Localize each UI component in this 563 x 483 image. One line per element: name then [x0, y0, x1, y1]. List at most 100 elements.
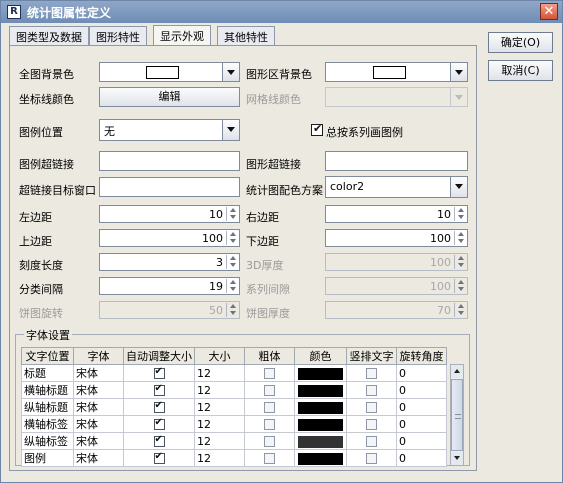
- auto-size-checkbox[interactable]: [153, 400, 165, 413]
- link-target-input[interactable]: [99, 177, 240, 197]
- spinner-arrows-icon[interactable]: [226, 255, 238, 269]
- auto-size-checkbox-cell[interactable]: [123, 415, 195, 433]
- right-margin-spinner[interactable]: 10: [325, 205, 468, 223]
- vertical-text-checkbox-cell[interactable]: [346, 449, 397, 467]
- auto-size-checkbox[interactable]: [153, 434, 165, 447]
- vertical-text-checkbox-cell[interactable]: [346, 415, 397, 433]
- table-row[interactable]: 横轴标签宋体 12 0: [21, 415, 447, 433]
- size-cell[interactable]: 12: [194, 415, 245, 433]
- close-icon[interactable]: ✕: [540, 3, 558, 20]
- depth-3d-spinner[interactable]: 100: [325, 253, 468, 271]
- cancel-button[interactable]: 取消(C): [488, 60, 553, 81]
- table-scrollbar[interactable]: [450, 364, 464, 466]
- chevron-down-icon[interactable]: [222, 120, 239, 140]
- ok-button[interactable]: 确定(O): [488, 32, 553, 53]
- spinner-arrows-icon[interactable]: [454, 207, 466, 221]
- column-header[interactable]: 旋转角度: [396, 347, 447, 365]
- color-swatch[interactable]: [298, 367, 343, 380]
- vertical-text-checkbox-cell[interactable]: [346, 432, 397, 450]
- tab-chart-type-data[interactable]: 图类型及数据: [9, 26, 89, 45]
- auto-size-checkbox[interactable]: [153, 451, 165, 464]
- grid-color-select[interactable]: [325, 87, 468, 107]
- color-swatch[interactable]: [298, 435, 343, 448]
- left-margin-spinner[interactable]: 10: [99, 205, 240, 223]
- vertical-text-checkbox[interactable]: [366, 453, 377, 464]
- color-cell[interactable]: [294, 415, 347, 433]
- column-header[interactable]: 颜色: [294, 347, 347, 365]
- rotation-angle-cell[interactable]: 0: [396, 381, 447, 399]
- column-header[interactable]: 粗体: [244, 347, 295, 365]
- pie-rotation-spinner[interactable]: 50: [99, 301, 240, 319]
- legend-position-select[interactable]: 无: [99, 119, 240, 141]
- bold-checkbox[interactable]: [264, 368, 275, 379]
- vertical-text-checkbox[interactable]: [366, 385, 377, 396]
- text-position-cell[interactable]: 图例: [21, 449, 74, 467]
- legend-link-input[interactable]: [99, 151, 240, 171]
- pie-thickness-spinner[interactable]: 70: [325, 301, 468, 319]
- scroll-thumb[interactable]: [451, 379, 463, 451]
- spinner-arrows-icon[interactable]: [454, 231, 466, 245]
- series-gap-spinner[interactable]: 100: [325, 277, 468, 295]
- auto-size-checkbox[interactable]: [153, 366, 165, 379]
- font-cell[interactable]: 宋体: [73, 381, 124, 399]
- spinner-arrows-icon[interactable]: [226, 279, 238, 293]
- axis-color-edit-button[interactable]: 编辑: [99, 87, 240, 107]
- text-position-cell[interactable]: 横轴标题: [21, 381, 74, 399]
- tick-length-spinner[interactable]: 3: [99, 253, 240, 271]
- color-scheme-select[interactable]: color2: [325, 176, 468, 198]
- bottom-margin-spinner[interactable]: 100: [325, 229, 468, 247]
- font-cell[interactable]: 宋体: [73, 364, 124, 382]
- scroll-up-icon[interactable]: [451, 365, 463, 378]
- color-cell[interactable]: [294, 449, 347, 467]
- bold-checkbox[interactable]: [264, 436, 275, 447]
- table-row[interactable]: 纵轴标题宋体 12 0: [21, 398, 447, 416]
- bold-checkbox[interactable]: [264, 385, 275, 396]
- size-cell[interactable]: 12: [194, 432, 245, 450]
- rotation-angle-cell[interactable]: 0: [396, 432, 447, 450]
- text-position-cell[interactable]: 横轴标签: [21, 415, 74, 433]
- color-swatch[interactable]: [298, 384, 343, 397]
- table-row[interactable]: 标题宋体 12 0: [21, 364, 447, 382]
- graph-link-input[interactable]: [325, 151, 468, 171]
- category-gap-spinner[interactable]: 19: [99, 277, 240, 295]
- color-cell[interactable]: [294, 432, 347, 450]
- auto-size-checkbox-cell[interactable]: [123, 432, 195, 450]
- bold-checkbox-cell[interactable]: [244, 364, 295, 382]
- vertical-text-checkbox-cell[interactable]: [346, 381, 397, 399]
- draw-legend-by-series-checkbox[interactable]: [311, 122, 323, 136]
- color-swatch[interactable]: [298, 401, 343, 414]
- font-cell[interactable]: 宋体: [73, 449, 124, 467]
- column-header[interactable]: 大小: [194, 347, 245, 365]
- full-bg-color-select[interactable]: [99, 62, 240, 82]
- top-margin-spinner[interactable]: 100: [99, 229, 240, 247]
- color-cell[interactable]: [294, 381, 347, 399]
- table-row[interactable]: 图例宋体 12 0: [21, 449, 447, 467]
- vertical-text-checkbox-cell[interactable]: [346, 398, 397, 416]
- rotation-angle-cell[interactable]: 0: [396, 415, 447, 433]
- tab-other-properties[interactable]: 其他特性: [217, 26, 275, 45]
- spinner-arrows-icon[interactable]: [226, 207, 238, 221]
- color-swatch[interactable]: [298, 418, 343, 431]
- spinner-arrows-icon[interactable]: [226, 231, 238, 245]
- chevron-down-icon[interactable]: [450, 177, 467, 197]
- tab-display-appearance[interactable]: 显示外观: [153, 25, 211, 46]
- scroll-down-icon[interactable]: [451, 452, 463, 465]
- table-row[interactable]: 横轴标题宋体 12 0: [21, 381, 447, 399]
- bold-checkbox-cell[interactable]: [244, 415, 295, 433]
- auto-size-checkbox-cell[interactable]: [123, 381, 195, 399]
- vertical-text-checkbox[interactable]: [366, 402, 377, 413]
- column-header[interactable]: 自动调整大小: [123, 347, 195, 365]
- column-header[interactable]: 竖排文字: [346, 347, 397, 365]
- rotation-angle-cell[interactable]: 0: [396, 398, 447, 416]
- vertical-text-checkbox-cell[interactable]: [346, 364, 397, 382]
- auto-size-checkbox-cell[interactable]: [123, 449, 195, 467]
- text-position-cell[interactable]: 标题: [21, 364, 74, 382]
- font-cell[interactable]: 宋体: [73, 415, 124, 433]
- bold-checkbox-cell[interactable]: [244, 449, 295, 467]
- bold-checkbox[interactable]: [264, 453, 275, 464]
- bold-checkbox[interactable]: [264, 402, 275, 413]
- bold-checkbox-cell[interactable]: [244, 398, 295, 416]
- rotation-angle-cell[interactable]: 0: [396, 364, 447, 382]
- plot-bg-color-select[interactable]: [325, 62, 468, 82]
- vertical-text-checkbox[interactable]: [366, 436, 377, 447]
